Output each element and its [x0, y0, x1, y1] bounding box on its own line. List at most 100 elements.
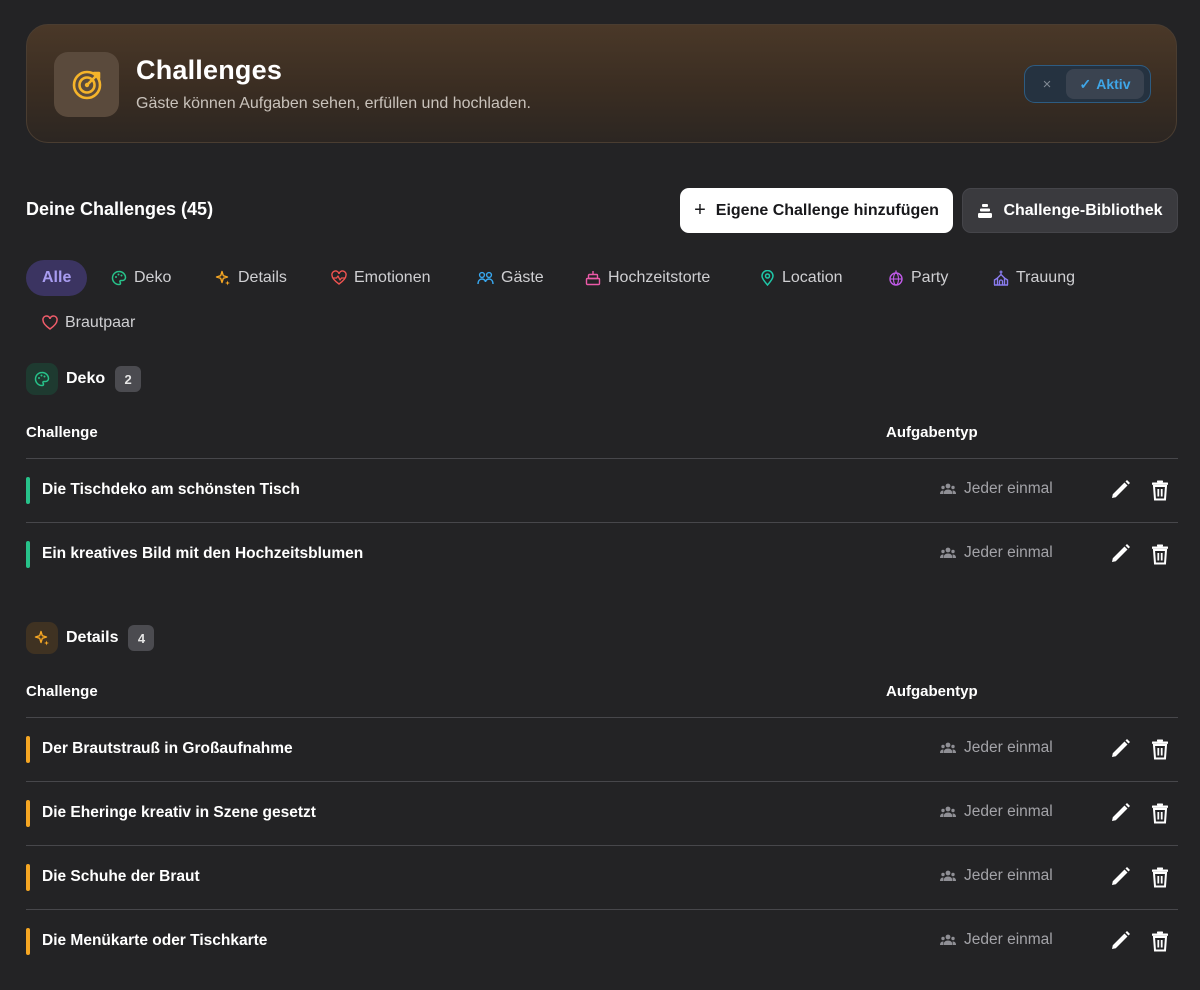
palette-icon [111, 270, 127, 286]
challenges-header-card: Challenges Gäste können Aufgaben sehen, … [26, 24, 1177, 143]
challenge-title: Die Schuhe der Braut [42, 868, 200, 885]
filter-label: Gäste [501, 269, 544, 286]
category-color-bar [26, 928, 30, 955]
table-row[interactable]: Der Brautstrauß in Großaufnahme Jeder ei… [26, 718, 1178, 782]
toggle-on-option[interactable]: ✓ Aktiv [1066, 69, 1144, 99]
challenge-title: Der Brautstrauß in Großaufnahme [42, 740, 293, 757]
filter-label: Brautpaar [65, 314, 136, 331]
plus-icon: + [694, 199, 706, 221]
heart-icon [42, 315, 58, 331]
filter-label: Emotionen [354, 269, 431, 286]
task-type-label: Jeder einmal [964, 544, 1053, 561]
active-toggle[interactable]: × ✓ Aktiv [1024, 65, 1151, 103]
map-pin-icon [760, 270, 775, 286]
task-type-label: Jeder einmal [964, 739, 1053, 756]
add-challenge-label: Eigene Challenge hinzufügen [715, 201, 939, 219]
category-count-badge: 2 [115, 366, 142, 392]
trash-icon[interactable] [1148, 478, 1172, 502]
add-challenge-button[interactable]: + Eigene Challenge hinzufügen [680, 188, 953, 233]
challenge-title: Die Eheringe kreativ in Szene gesetzt [42, 804, 316, 821]
filter-trauung[interactable]: Trauung [993, 260, 1075, 296]
users-icon [477, 270, 494, 286]
filter-label: Details [238, 269, 287, 286]
target-icon [70, 68, 104, 102]
column-header-type: Aufgabentyp [886, 683, 978, 700]
church-icon [993, 270, 1009, 286]
table-row[interactable]: Die Schuhe der Braut Jeder einmal [26, 846, 1178, 910]
heart-pulse-icon [331, 270, 347, 286]
disco-ball-icon [888, 270, 904, 286]
edit-icon[interactable] [1108, 478, 1132, 502]
close-icon: × [1042, 75, 1052, 93]
task-type: Jeder einmal [940, 931, 1053, 949]
trash-icon[interactable] [1148, 542, 1172, 566]
sparkles-icon [215, 270, 231, 286]
group-icon [940, 547, 956, 559]
challenge-library-button[interactable]: Challenge-Bibliothek [962, 188, 1178, 233]
trash-icon[interactable] [1148, 737, 1172, 761]
filter-details[interactable]: Details [215, 260, 287, 296]
group-icon [940, 483, 956, 495]
category-color-bar [26, 800, 30, 827]
category-color-bar [26, 541, 30, 568]
filter-label: Deko [134, 269, 172, 286]
challenge-title: Die Menükarte oder Tischkarte [42, 932, 268, 949]
filter-deko[interactable]: Deko [111, 260, 171, 296]
challenge-title: Die Tischdeko am schönsten Tisch [42, 481, 300, 498]
filter-emotionen[interactable]: Emotionen [331, 260, 431, 296]
category-header-details: Details 4 [26, 622, 155, 654]
task-type: Jeder einmal [940, 867, 1053, 885]
filter-party[interactable]: Party [888, 260, 948, 296]
edit-icon[interactable] [1108, 801, 1132, 825]
page-title: Challenges [136, 55, 283, 85]
category-title: Details [66, 629, 119, 646]
check-icon: ✓ [1079, 75, 1092, 92]
column-header-challenge: Challenge [26, 683, 98, 700]
filter-location[interactable]: Location [760, 260, 843, 296]
cake-icon [585, 270, 601, 286]
library-stack-icon [977, 203, 993, 219]
category-header-deko: Deko 2 [26, 363, 142, 395]
category-icon-box [26, 622, 58, 654]
filter-label: Hochzeitstorte [608, 269, 711, 286]
filter-label: Party [911, 269, 949, 286]
header-icon-box [54, 52, 119, 117]
edit-icon[interactable] [1108, 865, 1132, 889]
sparkles-icon [34, 630, 50, 646]
challenge-title: Ein kreatives Bild mit den Hochzeitsblum… [42, 545, 364, 562]
edit-icon[interactable] [1108, 737, 1132, 761]
task-type: Jeder einmal [940, 480, 1053, 498]
task-type-label: Jeder einmal [964, 803, 1053, 820]
trash-icon[interactable] [1148, 929, 1172, 953]
category-color-bar [26, 477, 30, 504]
task-type-label: Jeder einmal [964, 867, 1053, 884]
filter-hochzeitstorte[interactable]: Hochzeitstorte [585, 260, 710, 296]
group-icon [940, 806, 956, 818]
filter-brautpaar[interactable]: Brautpaar [42, 305, 135, 341]
group-icon [940, 870, 956, 882]
table-row[interactable]: Die Tischdeko am schönsten Tisch Jeder e… [26, 459, 1178, 523]
group-icon [940, 934, 956, 946]
category-color-bar [26, 736, 30, 763]
challenge-library-label: Challenge-Bibliothek [1003, 201, 1163, 219]
task-type-label: Jeder einmal [964, 931, 1053, 948]
trash-icon[interactable] [1148, 865, 1172, 889]
column-header-challenge: Challenge [26, 424, 98, 441]
task-type: Jeder einmal [940, 803, 1053, 821]
task-type-label: Jeder einmal [964, 480, 1053, 497]
category-count-badge: 4 [128, 625, 155, 651]
group-icon [940, 742, 956, 754]
filter-all[interactable]: Alle [26, 260, 88, 296]
trash-icon[interactable] [1148, 801, 1172, 825]
task-type: Jeder einmal [940, 739, 1053, 757]
toggle-off-option[interactable]: × [1028, 69, 1066, 99]
category-title: Deko [66, 370, 106, 387]
filter-gaeste[interactable]: Gäste [477, 260, 544, 296]
filter-label: Location [782, 269, 843, 286]
edit-icon[interactable] [1108, 542, 1132, 566]
table-row[interactable]: Die Eheringe kreativ in Szene gesetzt Je… [26, 782, 1178, 846]
edit-icon[interactable] [1108, 929, 1132, 953]
table-row[interactable]: Ein kreatives Bild mit den Hochzeitsblum… [26, 523, 1178, 587]
table-row[interactable]: Die Menükarte oder Tischkarte Jeder einm… [26, 910, 1178, 974]
column-header-type: Aufgabentyp [886, 424, 978, 441]
